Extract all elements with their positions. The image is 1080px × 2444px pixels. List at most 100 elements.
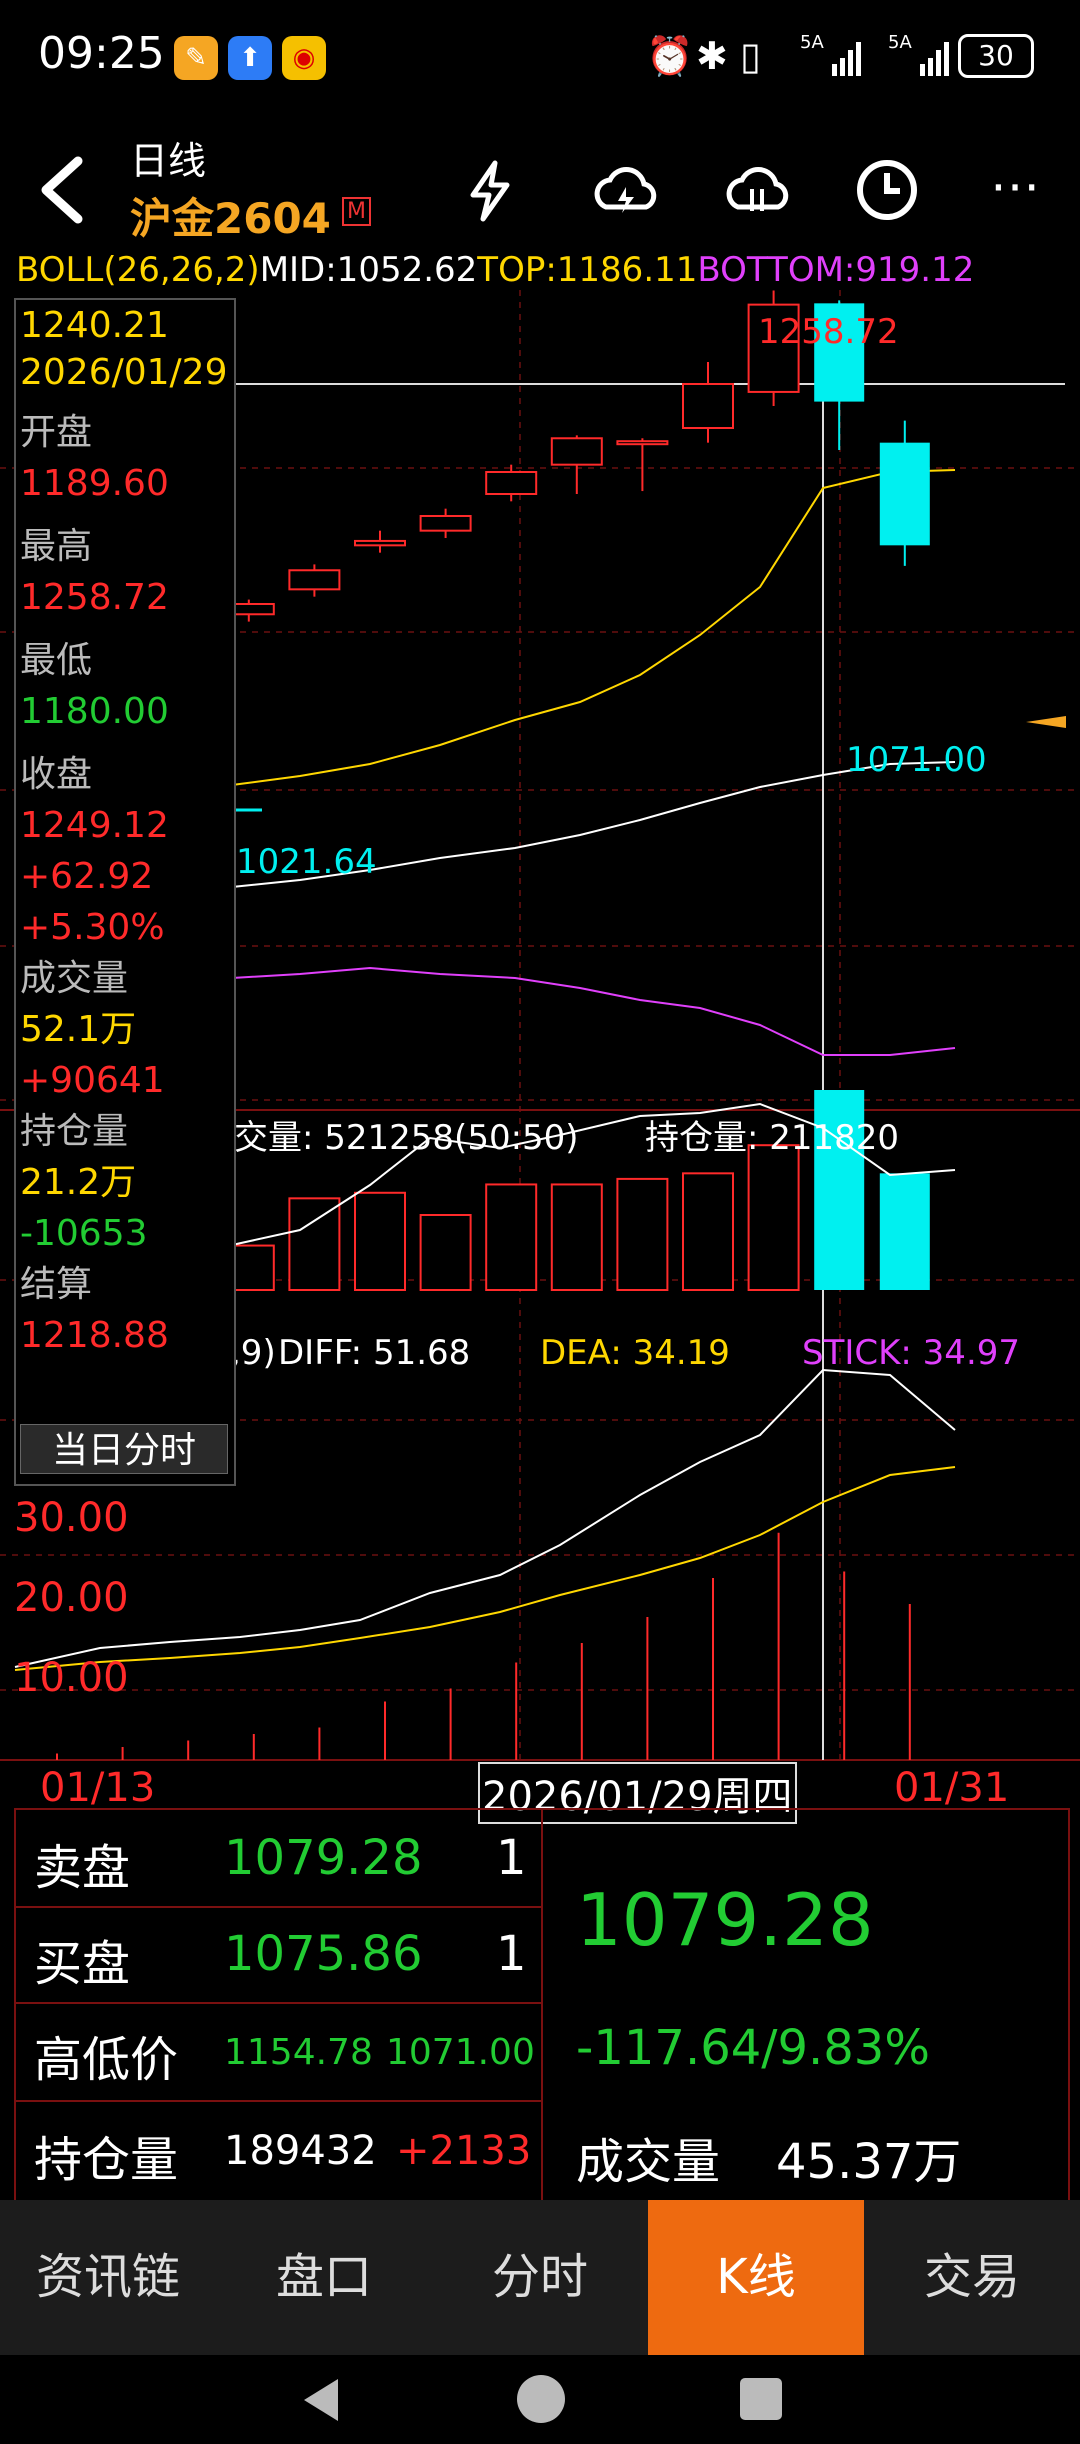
macd-diff: DIFF: 51.68 — [278, 1333, 471, 1373]
signal-icon-1 — [832, 42, 861, 76]
sell-label: 卖盘 — [34, 1840, 131, 1896]
info-open: 1189.60 — [20, 463, 169, 504]
hilo-high: 1154.78 — [224, 2032, 373, 2073]
high-price-label: 1258.72 — [758, 312, 899, 352]
back-arrow-icon[interactable] — [36, 155, 86, 225]
macd-scale-20: 20.00 — [14, 1575, 129, 1621]
bluetooth-icon: ✱ — [696, 34, 728, 78]
volume-bar — [485, 1183, 538, 1292]
info-oi-label: 持仓量 — [20, 1111, 129, 1152]
app-notification-icon-2: ⬆ — [228, 36, 272, 80]
macd-bars — [56, 1532, 911, 1760]
app-notification-icon-1: ✎ — [174, 36, 218, 80]
status-time: 09:25 — [38, 28, 165, 79]
lightning-icon[interactable] — [455, 155, 525, 225]
tab-intraday[interactable]: 分时 — [432, 2200, 648, 2355]
info-settle: 1218.88 — [20, 1315, 169, 1356]
volume-bar — [550, 1183, 603, 1292]
quote-row-divider-2 — [16, 2002, 541, 2004]
last-price: 1079.28 — [576, 1878, 874, 1962]
oi-change: +2133 — [396, 2128, 532, 2174]
x-axis-start: 01/13 — [40, 1765, 156, 1811]
info-close-label: 收盘 — [20, 754, 93, 795]
candle-body — [682, 383, 734, 429]
tab-orderbook[interactable]: 盘口 — [216, 2200, 432, 2355]
cloud-lightning-icon[interactable] — [590, 155, 660, 225]
tab-news[interactable]: 资讯链 — [0, 2200, 216, 2355]
boll-bottom-line — [231, 966, 956, 1056]
candle-body — [419, 515, 472, 532]
volume-bar — [682, 1172, 734, 1291]
app-header: 日线 沪金2604 M ⋯ — [0, 115, 1080, 255]
info-oi: 21.2万 — [20, 1162, 137, 1203]
nav-back-icon[interactable] — [296, 2373, 346, 2427]
clock-icon[interactable] — [852, 155, 922, 225]
candle-body — [354, 539, 406, 547]
low-price-label: 1071.00 — [846, 740, 987, 780]
boll-name: BOLL(26,26,2) — [16, 250, 260, 290]
price-change: -117.64/9.83% — [576, 2020, 930, 2076]
volume-bar — [354, 1191, 406, 1291]
buy-qty: 1 — [496, 1926, 527, 1982]
quote-board: 卖盘 1079.28 1 买盘 1075.86 1 高低价 1154.78 10… — [14, 1808, 1070, 2202]
macd-stick: STICK: 34.97 — [802, 1333, 1021, 1373]
info-open-label: 开盘 — [20, 412, 93, 453]
x-axis-end: 01/31 — [894, 1765, 1010, 1811]
boll-mid: MID:1052.62 — [259, 250, 478, 290]
info-date: 2026/01/29 — [20, 352, 228, 393]
buy-label: 买盘 — [34, 1936, 131, 1992]
left-price-label: 1021.64 — [236, 842, 377, 882]
boll-mid-line — [231, 469, 956, 786]
candle-body — [485, 471, 538, 495]
info-high: 1258.72 — [20, 577, 169, 618]
more-icon[interactable]: ⋯ — [990, 157, 1042, 215]
boll-indicator-line: BOLL(26,26,2)MID:1052.62TOP:1186.11BOTTO… — [16, 250, 974, 290]
vibrate-icon: ▯ — [740, 34, 761, 78]
hilo-low: 1071.00 — [386, 2032, 535, 2073]
boll-top: TOP:1186.11 — [477, 250, 698, 290]
volume-readout: 交量: 521258(50:50) — [234, 1118, 579, 1158]
cloud-sync-icon[interactable] — [722, 155, 792, 225]
boll-bottom: BOTTOM:919.12 — [697, 250, 975, 290]
price-marker-icon — [1026, 716, 1066, 728]
info-high-label: 最高 — [20, 526, 93, 567]
status-bar: 09:25 ✎ ⬆ ◉ ⏰ ✱ ▯ 5A 5A 30 — [0, 0, 1080, 115]
nav-recents-icon[interactable] — [736, 2374, 786, 2424]
quote-row-divider-1 — [16, 1906, 541, 1908]
volume-bar — [288, 1197, 341, 1291]
crosshair-info-panel: 1240.21 2026/01/29 开盘 1189.60 最高 1258.72… — [14, 298, 236, 1486]
system-nav-bar — [0, 2355, 1080, 2444]
info-price: 1240.21 — [20, 305, 169, 346]
total-volume: 45.37万 — [776, 2134, 962, 2190]
volume-bar — [747, 1144, 800, 1291]
macd-dea: DEA: 34.19 — [540, 1333, 730, 1373]
oi-value: 189432 — [224, 2128, 377, 2174]
nav-home-icon[interactable] — [514, 2372, 568, 2426]
sell-qty: 1 — [496, 1830, 527, 1886]
battery-icon: 30 — [958, 34, 1034, 78]
macd-scale-30: 30.00 — [14, 1495, 129, 1541]
main-contract-badge: M — [342, 197, 371, 226]
quote-divider — [541, 1810, 543, 2200]
macd-scale-10: 10.00 — [14, 1655, 129, 1701]
info-oi-change: -10653 — [20, 1213, 148, 1254]
oi-label: 持仓量 — [34, 2132, 179, 2188]
macd-dea-line — [14, 1466, 956, 1671]
info-low-label: 最低 — [20, 640, 93, 681]
volume-bar — [879, 1173, 930, 1290]
quote-row-divider-3 — [16, 2100, 541, 2102]
info-volume-label: 成交量 — [20, 958, 129, 999]
volume-bar — [419, 1214, 472, 1291]
signal-icon-2 — [920, 42, 949, 76]
period-label: 日线 — [130, 139, 207, 183]
tab-trade[interactable]: 交易 — [864, 2200, 1080, 2355]
total-volume-label: 成交量 — [576, 2134, 721, 2190]
alarm-icon: ⏰ — [646, 34, 694, 78]
contract-title[interactable]: 沪金2604 — [130, 185, 331, 246]
info-change: +62.92 — [20, 856, 154, 897]
candle-body — [879, 442, 930, 546]
tab-kline[interactable]: K线 — [648, 2200, 864, 2355]
intraday-button[interactable]: 当日分时 — [20, 1424, 228, 1474]
volume-bar — [616, 1177, 669, 1292]
info-settle-label: 结算 — [20, 1264, 93, 1305]
